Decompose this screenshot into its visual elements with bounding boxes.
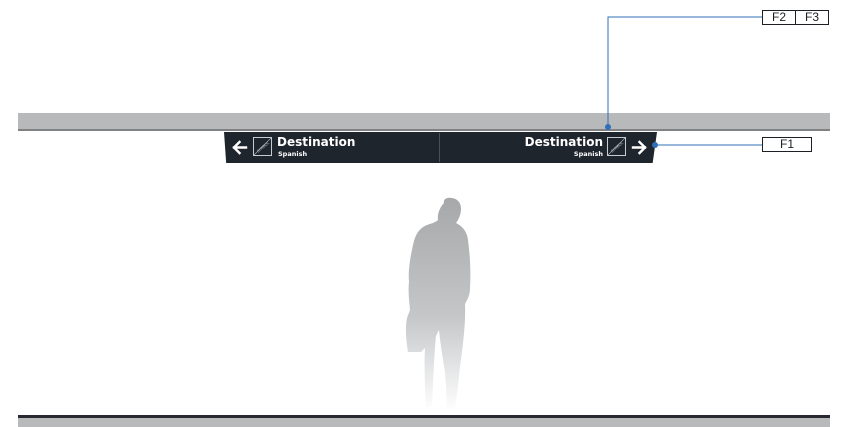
- callout-line-f2-f3: [607, 16, 762, 127]
- callout-dot-f1: [652, 142, 658, 148]
- callout-label-f2: F2: [762, 10, 796, 25]
- callout-label-f3: F3: [795, 10, 829, 25]
- callout-leaders: [605, 16, 762, 148]
- callout-label-f1: F1: [762, 137, 812, 152]
- callout-dot-f2-f3: [605, 124, 611, 130]
